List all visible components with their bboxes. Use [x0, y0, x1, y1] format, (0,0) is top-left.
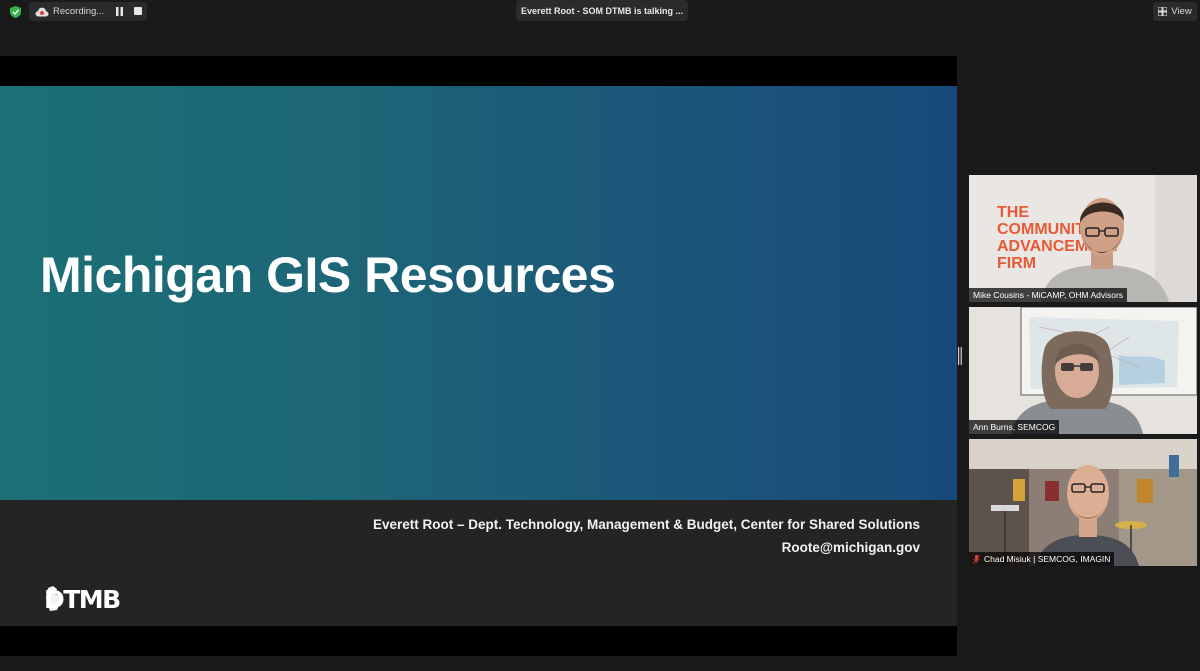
cloud-icon [35, 7, 49, 16]
stop-icon[interactable] [134, 7, 142, 15]
participant-tile-mike-cousins[interactable]: THE COMMUNITY ADVANCEMENT FIRM Mike Cous… [969, 175, 1197, 302]
slide-title: Michigan GIS Resources [40, 247, 616, 303]
muted-mic-icon [973, 554, 980, 564]
participant-name: Mike Cousins - MiCAMP, OHM Advisors [969, 288, 1128, 302]
participant-name: Ann Burns, SEMCOG [969, 420, 1060, 434]
presenter-email: Roote@michigan.gov [781, 540, 920, 555]
participant-video [969, 307, 1197, 434]
pause-icon[interactable] [115, 7, 124, 16]
wall-text-line-1: THE [997, 204, 1029, 221]
recording-label: Recording... [53, 6, 105, 17]
view-label: View [1171, 6, 1192, 17]
meeting-window: Recording... Everett Root - SOM DTMB is … [0, 0, 1200, 671]
participant-name-text: Chad Misiuk | SEMCOG, IMAGIN [984, 554, 1111, 564]
top-bar: Recording... Everett Root - SOM DTMB is … [0, 0, 1200, 24]
slide-footer: Everett Root – Dept. Technology, Managem… [0, 500, 957, 626]
shared-screen[interactable]: Michigan GIS Resources Everett Root – De… [0, 56, 957, 656]
view-button[interactable]: View [1153, 2, 1197, 21]
shield-check-icon[interactable] [10, 6, 21, 18]
slide-title-area: Michigan GIS Resources [0, 86, 957, 500]
participant-tile-ann-burns[interactable]: Ann Burns, SEMCOG [969, 307, 1197, 434]
dtmb-logo-text: DTMB [44, 584, 121, 614]
participant-video: THE COMMUNITY ADVANCEMENT FIRM [969, 175, 1197, 302]
panel-resize-handle[interactable] [958, 347, 962, 365]
recording-indicator[interactable]: Recording... [29, 2, 147, 21]
participant-video [969, 439, 1197, 566]
wall-text-line-4: FIRM [997, 255, 1036, 272]
participant-tile-chad-misiuk[interactable]: Chad Misiuk | SEMCOG, IMAGIN [969, 439, 1197, 566]
presenter-credit: Everett Root – Dept. Technology, Managem… [372, 517, 920, 532]
participant-name: Chad Misiuk | SEMCOG, IMAGIN [969, 552, 1115, 566]
grid-icon [1158, 7, 1168, 16]
active-speaker-banner: Everett Root - SOM DTMB is talking ... [516, 0, 688, 21]
dtmb-logo: DTMB [44, 584, 121, 614]
